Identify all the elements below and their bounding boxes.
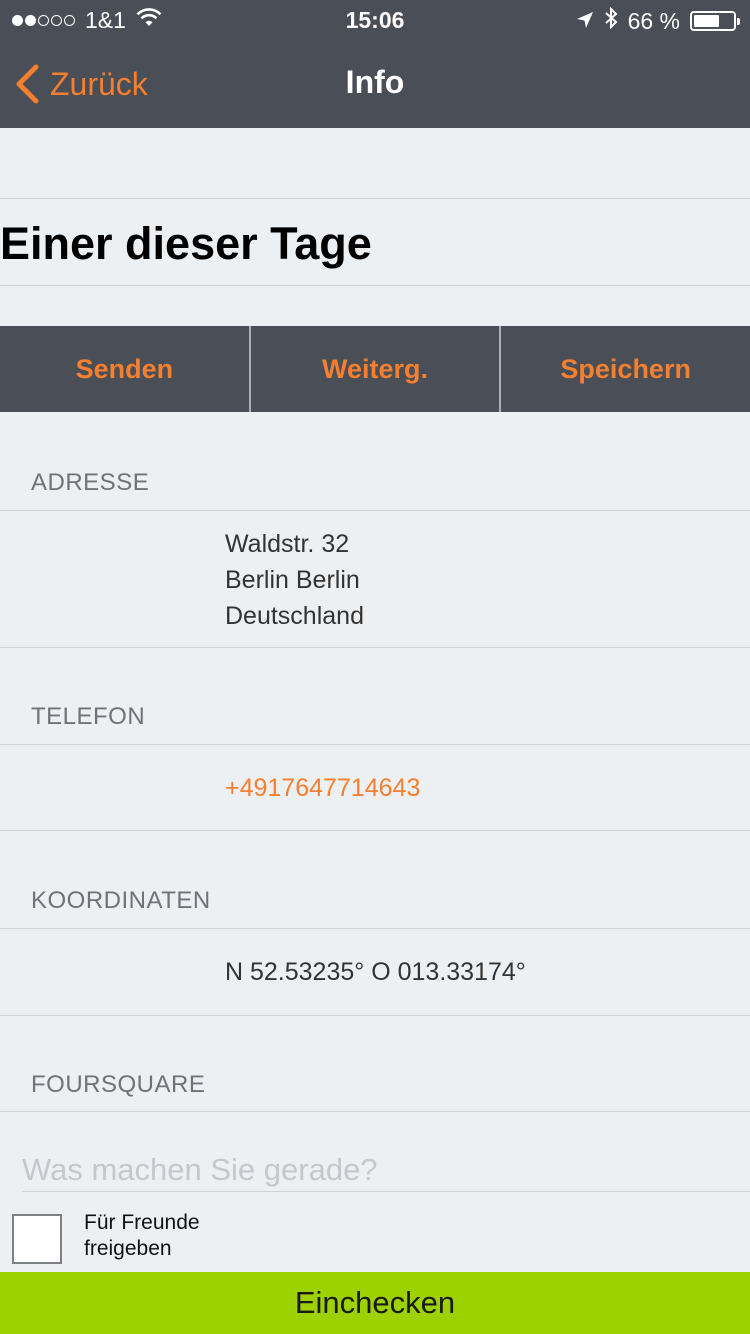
phone-link[interactable]: +4917647714643 (225, 770, 420, 806)
address-line: Waldstr. 32 (225, 530, 350, 558)
page-title: Info (345, 64, 405, 100)
divider (0, 830, 750, 831)
navigation-bar: 1&1 15:06 66 % Zurück Info (0, 0, 750, 128)
checkin-button[interactable]: Einchecken (0, 1272, 750, 1334)
divider (0, 647, 750, 648)
bluetooth-icon (604, 6, 618, 35)
address-header: ADRESSE (31, 469, 150, 496)
status-bar: 1&1 15:06 66 % (0, 0, 750, 40)
foursquare-header: FOURSQUARE (31, 1071, 206, 1098)
battery-percent: 66 % (627, 7, 680, 34)
share-with-friends-label: Für Freunde freigeben (84, 1210, 244, 1262)
send-button[interactable]: Senden (0, 326, 249, 412)
location-arrow-icon (576, 8, 594, 35)
status-right: 66 % (566, 6, 740, 35)
forward-button[interactable]: Weiterg. (251, 326, 500, 412)
battery-level-fill (694, 15, 719, 27)
divider (0, 744, 750, 745)
divider (0, 198, 750, 199)
battery-icon (690, 11, 740, 31)
status-input[interactable] (22, 1148, 750, 1192)
phone-header: TELEFON (31, 703, 146, 730)
divider (0, 1015, 750, 1016)
coordinates-value[interactable]: N 52.53235° O 013.33174° (225, 954, 526, 990)
action-bar: Senden Weiterg. Speichern (0, 326, 750, 412)
share-label-line: freigeben (84, 1237, 172, 1260)
place-name: Einer dieser Tage (0, 218, 372, 269)
input-underline (22, 1191, 750, 1192)
battery-nub (737, 18, 740, 25)
address-line: Berlin Berlin (225, 566, 360, 594)
divider (0, 510, 750, 511)
save-button[interactable]: Speichern (501, 326, 750, 412)
divider (0, 1111, 750, 1112)
share-with-friends-checkbox[interactable] (12, 1214, 62, 1264)
divider (0, 928, 750, 929)
share-label-line: Für Freunde (84, 1211, 200, 1234)
address-value[interactable]: Waldstr. 32 Berlin Berlin Deutschland (225, 526, 364, 634)
coordinates-header: KOORDINATEN (31, 887, 211, 914)
address-line: Deutschland (225, 602, 364, 630)
divider (0, 285, 750, 286)
